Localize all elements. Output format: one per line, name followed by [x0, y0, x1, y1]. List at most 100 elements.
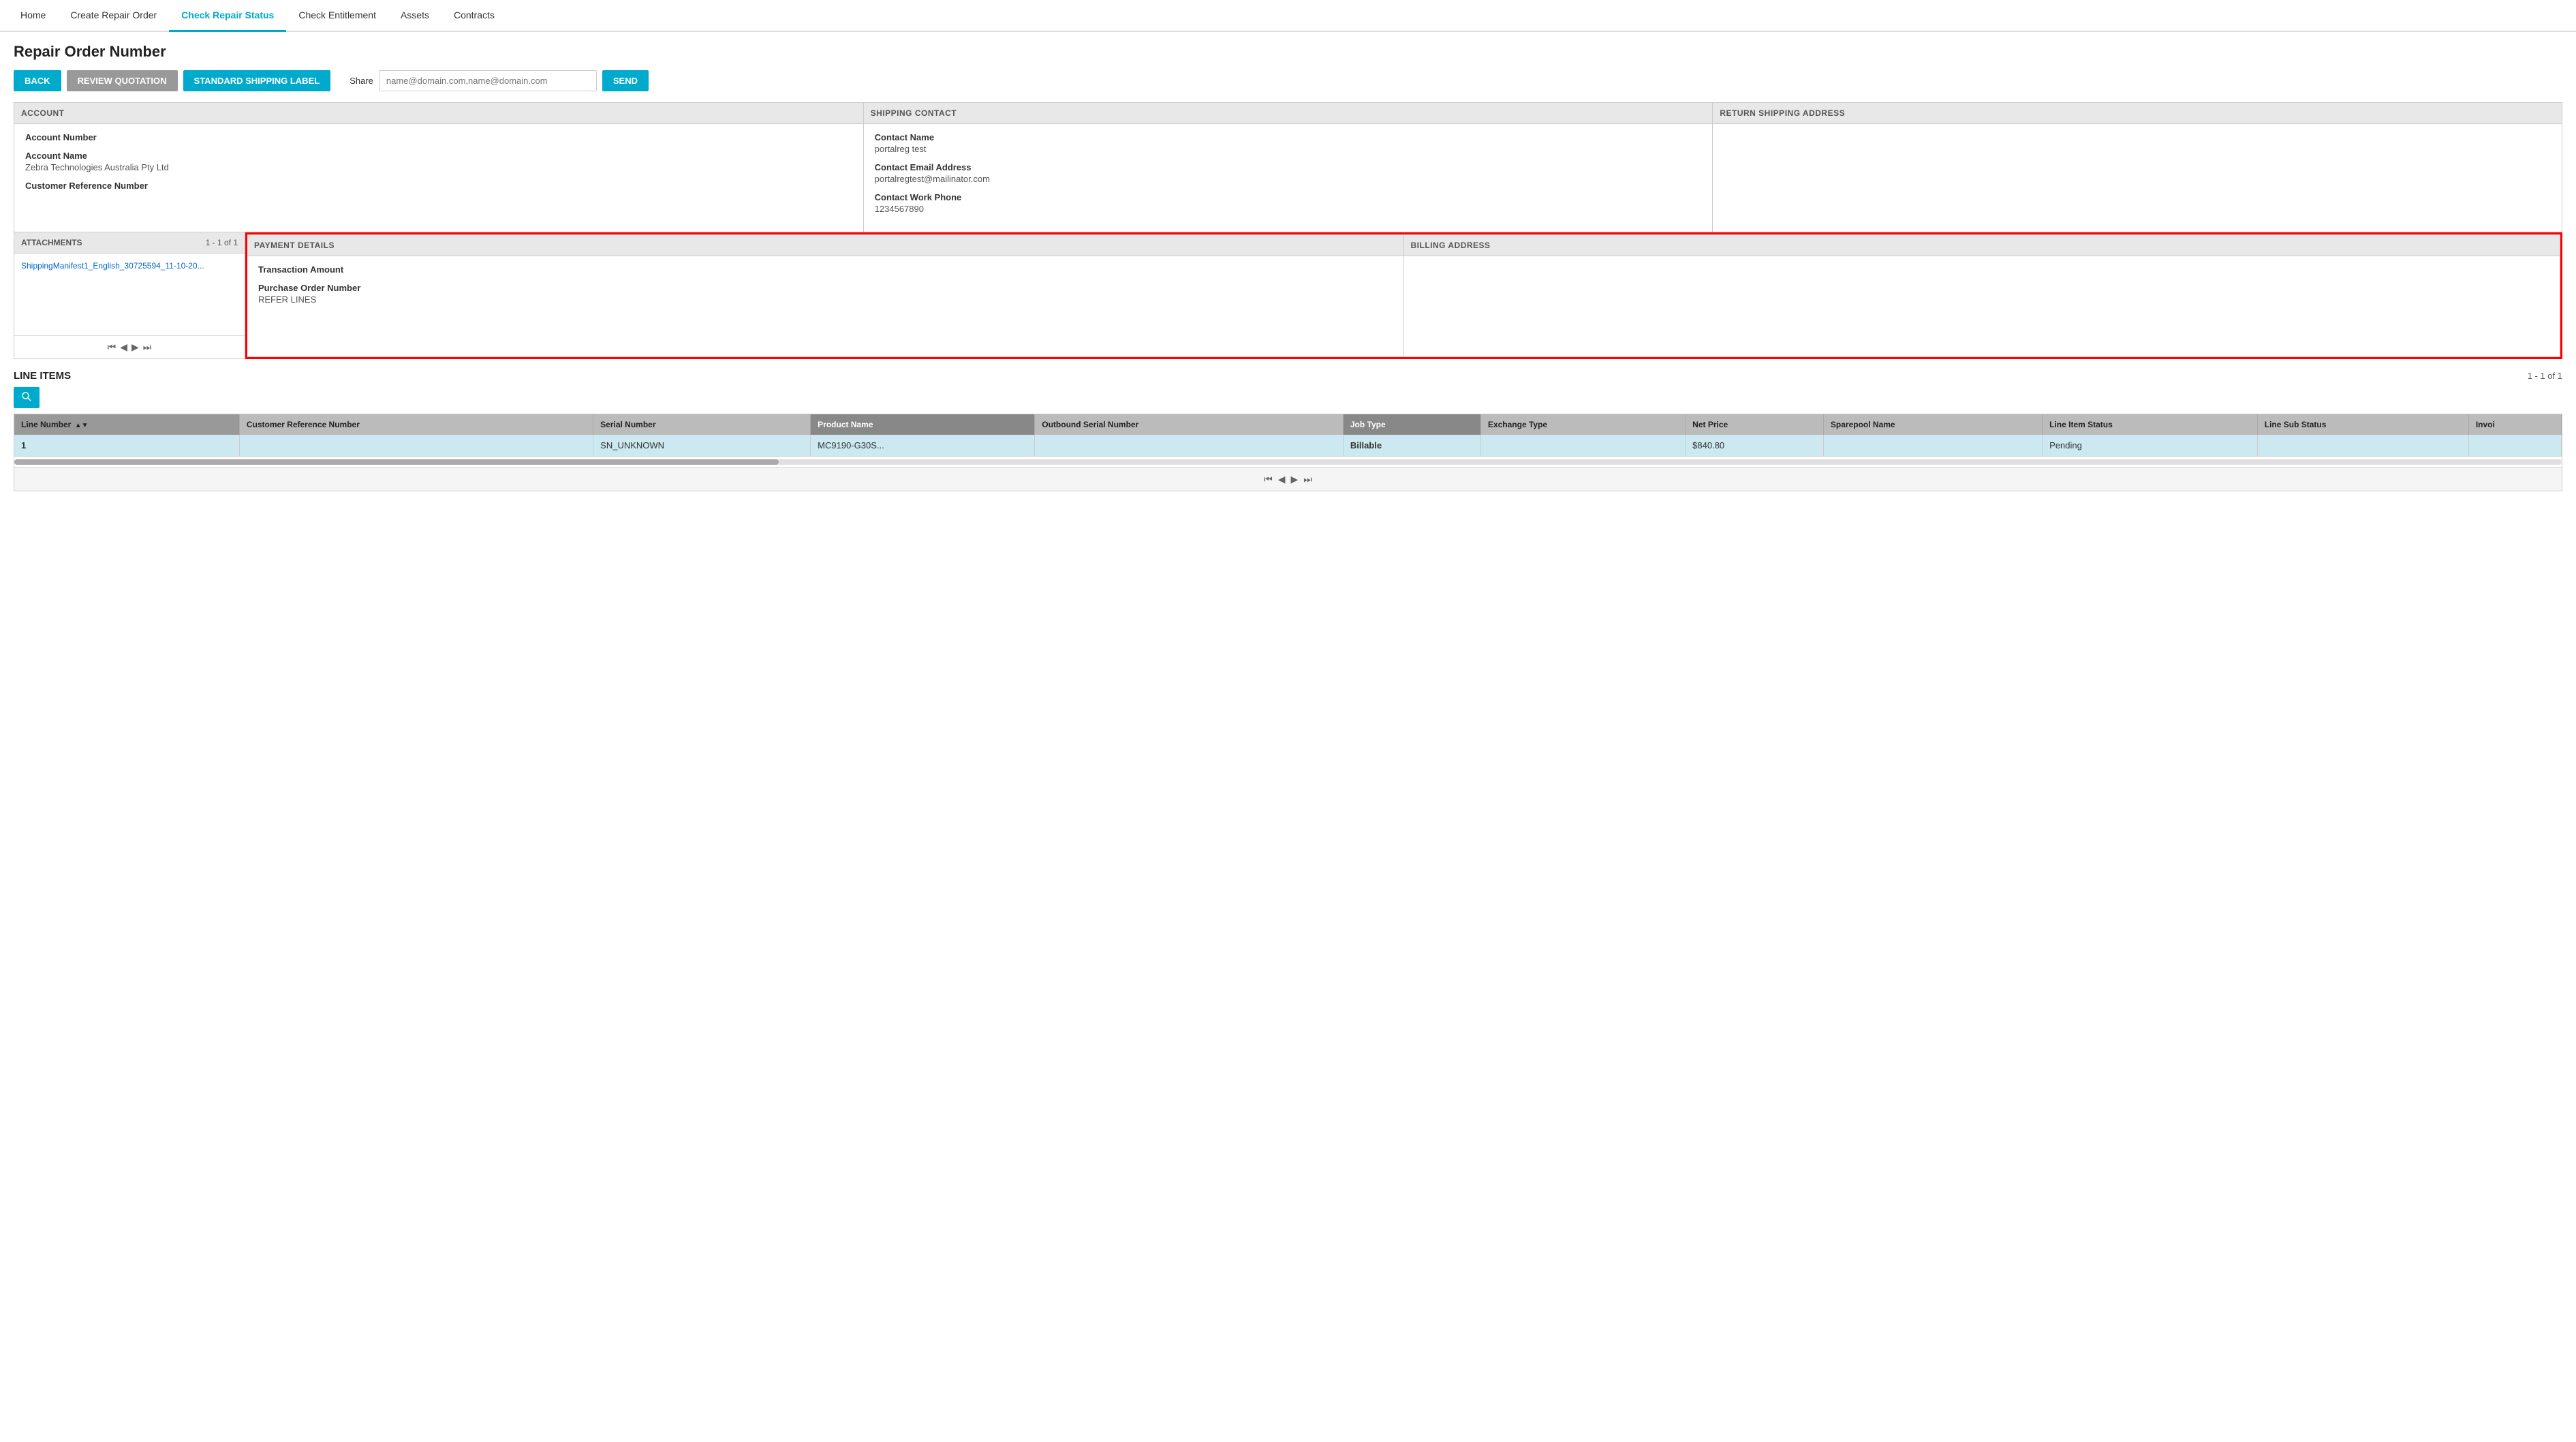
contact-name-label: Contact Name — [875, 132, 1702, 142]
payment-billing-highlighted: PAYMENT DETAILS Transaction Amount Purch… — [245, 232, 2562, 359]
nav-item-check-repair-status[interactable]: Check Repair Status — [169, 0, 286, 32]
table-pagination: ⏮ ◀ ▶ ⏭ — [14, 467, 2562, 491]
share-input[interactable] — [379, 70, 597, 91]
col-job-type[interactable]: Job Type — [1343, 414, 1480, 435]
col-serial-number[interactable]: Serial Number — [593, 414, 811, 435]
col-exchange-type[interactable]: Exchange Type — [1480, 414, 1685, 435]
table-cell: $840.80 — [1686, 435, 1824, 457]
return-shipping-header: RETURN SHIPPING ADDRESS — [1713, 103, 2562, 124]
line-items-search-button[interactable] — [14, 387, 40, 408]
attachments-prev-btn[interactable]: ◀ — [120, 341, 127, 353]
shipping-contact-header: SHIPPING CONTACT — [864, 103, 1713, 124]
table-cell: Billable — [1343, 435, 1480, 457]
line-items-table: Line Number ▲▼ Customer Reference Number… — [14, 414, 2562, 457]
nav-item-assets[interactable]: Assets — [388, 0, 441, 32]
share-container: Share SEND — [350, 70, 649, 91]
col-invoi[interactable]: Invoi — [2468, 414, 2561, 435]
middle-row: ATTACHMENTS 1 - 1 of 1 ShippingManifest1… — [14, 232, 2562, 359]
payment-panel: PAYMENT DETAILS Transaction Amount Purch… — [247, 234, 1404, 357]
search-icon — [22, 392, 31, 401]
line-items-header-row: LINE ITEMS 1 - 1 of 1 — [14, 370, 2562, 382]
table-cell: MC9190-G30S... — [811, 435, 1035, 457]
attachments-first-btn[interactable]: ⏮ — [108, 341, 117, 353]
col-line-sub-status[interactable]: Line Sub Status — [2257, 414, 2468, 435]
attachments-panel: ATTACHMENTS 1 - 1 of 1 ShippingManifest1… — [14, 232, 245, 359]
contact-name-value: portalreg test — [875, 144, 1702, 154]
nav-item-home[interactable]: Home — [8, 0, 58, 32]
attachments-count: 1 - 1 of 1 — [206, 238, 238, 247]
attachments-body: ShippingManifest1_English_30725594_11-10… — [14, 254, 245, 335]
attachments-pagination: ⏮ ◀ ▶ ⏭ — [14, 335, 245, 358]
nav-item-contracts[interactable]: Contracts — [441, 0, 507, 32]
contact-email-label: Contact Email Address — [875, 162, 1702, 172]
table-cell — [2468, 435, 2561, 457]
horizontal-scrollbar[interactable] — [14, 459, 2562, 465]
table-cell — [1480, 435, 1685, 457]
col-line-number[interactable]: Line Number ▲▼ — [14, 414, 239, 435]
return-shipping-panel: RETURN SHIPPING ADDRESS — [1713, 102, 2562, 232]
nav-item-check-entitlement[interactable]: Check Entitlement — [286, 0, 388, 32]
account-name-block: Account Name Zebra Technologies Australi… — [25, 151, 852, 172]
table-first-btn[interactable]: ⏮ — [1264, 474, 1273, 485]
contact-name-block: Contact Name portalreg test — [875, 132, 1702, 154]
page-title: Repair Order Number — [14, 43, 2562, 61]
contact-phone-value: 1234567890 — [875, 204, 1702, 214]
nav-item-create-repair-order[interactable]: Create Repair Order — [58, 0, 169, 32]
col-customer-ref[interactable]: Customer Reference Number — [239, 414, 593, 435]
customer-ref-label: Customer Reference Number — [25, 181, 852, 191]
payment-header: PAYMENT DETAILS — [247, 235, 1403, 256]
contact-email-value: portalregtest@mailinator.com — [875, 174, 1702, 184]
account-number-block: Account Number — [25, 132, 852, 142]
col-line-item-status[interactable]: Line Item Status — [2043, 414, 2258, 435]
contact-phone-label: Contact Work Phone — [875, 192, 1702, 202]
col-product-name[interactable]: Product Name — [811, 414, 1035, 435]
transaction-amount-label: Transaction Amount — [258, 264, 1393, 275]
purchase-order-block: Purchase Order Number REFER LINES — [258, 283, 1393, 305]
contact-email-block: Contact Email Address portalregtest@mail… — [875, 162, 1702, 184]
table-cell: 1 — [14, 435, 239, 457]
customer-ref-block: Customer Reference Number — [25, 181, 852, 191]
review-quotation-button[interactable]: REVIEW QUOTATION — [67, 70, 178, 91]
share-label: Share — [350, 76, 373, 86]
back-button[interactable]: BACK — [14, 70, 61, 91]
table-row: 1 SN_UNKNOWNMC9190-G30S... Billable $840.80… — [14, 435, 2562, 457]
line-items-count: 1 - 1 of 1 — [2528, 371, 2562, 381]
col-sparepool[interactable]: Sparepool Name — [1823, 414, 2042, 435]
account-name-value: Zebra Technologies Australia Pty Ltd — [25, 162, 852, 172]
page-content: Repair Order Number BACK REVIEW QUOTATIO… — [0, 32, 2576, 502]
line-items-section: LINE ITEMS 1 - 1 of 1 Line Number ▲▼ Cus… — [14, 370, 2562, 491]
table-cell — [2257, 435, 2468, 457]
table-header-row: Line Number ▲▼ Customer Reference Number… — [14, 414, 2562, 435]
contact-phone-block: Contact Work Phone 1234567890 — [875, 192, 1702, 214]
table-prev-btn[interactable]: ◀ — [1278, 474, 1286, 485]
attachment-link[interactable]: ShippingManifest1_English_30725594_11-10… — [21, 261, 204, 271]
purchase-order-value: REFER LINES — [258, 294, 1393, 305]
account-header: ACCOUNT — [14, 103, 863, 124]
transaction-amount-block: Transaction Amount — [258, 264, 1393, 275]
account-panel: ACCOUNT Account Number Account Name Zebr… — [14, 102, 864, 232]
col-net-price[interactable]: Net Price — [1686, 414, 1824, 435]
table-next-btn[interactable]: ▶ — [1291, 474, 1299, 485]
top-sections-row: ACCOUNT Account Number Account Name Zebr… — [14, 102, 2562, 232]
table-cell — [1035, 435, 1344, 457]
table-cell: Pending — [2043, 435, 2258, 457]
table-cell — [1823, 435, 2042, 457]
nav-bar: HomeCreate Repair OrderCheck Repair Stat… — [0, 0, 2576, 32]
attachments-header-row: ATTACHMENTS 1 - 1 of 1 — [14, 232, 245, 254]
line-items-table-wrapper: Line Number ▲▼ Customer Reference Number… — [14, 414, 2562, 491]
account-name-label: Account Name — [25, 151, 852, 161]
table-cell: SN_UNKNOWN — [593, 435, 811, 457]
billing-panel: BILLING ADDRESS — [1404, 234, 2561, 357]
billing-header: BILLING ADDRESS — [1404, 235, 2560, 256]
shipping-contact-panel: SHIPPING CONTACT Contact Name portalreg … — [864, 102, 1713, 232]
account-number-label: Account Number — [25, 132, 852, 142]
col-outbound-serial[interactable]: Outbound Serial Number — [1035, 414, 1344, 435]
send-button[interactable]: SEND — [602, 70, 649, 91]
line-items-title: LINE ITEMS — [14, 370, 71, 382]
attachments-last-btn[interactable]: ⏭ — [143, 341, 152, 353]
attachments-title: ATTACHMENTS — [21, 238, 82, 247]
purchase-order-label: Purchase Order Number — [258, 283, 1393, 293]
standard-shipping-label-button[interactable]: STANDARD SHIPPING LABEL — [183, 70, 331, 91]
attachments-next-btn[interactable]: ▶ — [131, 341, 139, 353]
table-last-btn[interactable]: ⏭ — [1303, 474, 1312, 485]
